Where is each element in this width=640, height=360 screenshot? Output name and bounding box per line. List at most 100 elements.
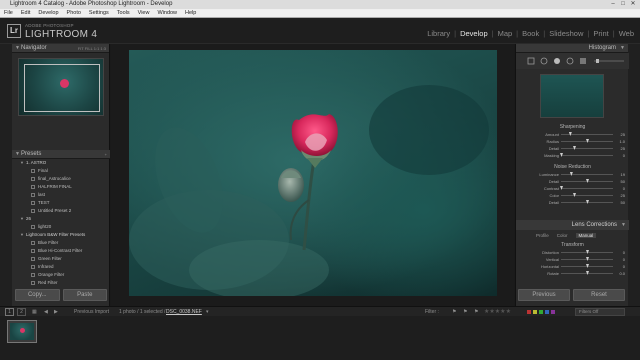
menu-settings[interactable]: Settings	[89, 9, 109, 17]
module-slideshow[interactable]: Slideshow	[549, 29, 583, 38]
right-panel-toggle[interactable]	[628, 44, 640, 306]
reset-button[interactable]: Reset	[573, 289, 625, 301]
previous-button[interactable]: Previous	[518, 289, 570, 301]
module-print[interactable]: Print	[593, 29, 608, 38]
menu-file[interactable]: File	[4, 9, 13, 17]
main-photo[interactable]	[129, 50, 497, 296]
menu-view[interactable]: View	[138, 9, 150, 17]
yellow-label-icon[interactable]	[533, 310, 537, 314]
menu-photo[interactable]: Photo	[67, 9, 81, 17]
purple-label-icon[interactable]	[551, 310, 555, 314]
left-panel: ▼ Navigator FIT FILL 1:1 1:3 ▼ Presets +…	[12, 44, 110, 306]
preset-item[interactable]: TEST	[12, 199, 110, 207]
copy-button[interactable]: Copy...	[15, 289, 60, 301]
close-button[interactable]: ✕	[628, 1, 638, 8]
preset-item[interactable]: Final	[12, 167, 110, 175]
preset-item[interactable]: last	[12, 191, 110, 199]
maximize-button[interactable]: □	[618, 1, 628, 8]
menu-edit[interactable]: Edit	[21, 9, 30, 17]
slider-track[interactable]	[561, 134, 613, 135]
slider-track[interactable]	[561, 155, 613, 156]
tab-color[interactable]: Color	[557, 233, 568, 238]
slider-value[interactable]: 50	[621, 199, 625, 206]
slider-row: Detail 50	[516, 199, 629, 206]
navigator-header[interactable]: ▼ Navigator FIT FILL 1:1 1:3	[12, 44, 109, 53]
module-web[interactable]: Web	[619, 29, 634, 38]
slider-track[interactable]	[561, 188, 613, 189]
presets-header[interactable]: ▼ Presets +	[12, 150, 110, 159]
slider-value[interactable]: 25	[621, 145, 625, 152]
slider-row: Luminance 19	[516, 171, 629, 178]
module-library[interactable]: Library	[427, 29, 450, 38]
page-2-button[interactable]: 2	[17, 308, 26, 316]
paste-button[interactable]: Paste	[62, 289, 107, 301]
module-develop[interactable]: Develop	[460, 29, 488, 38]
menu-window[interactable]: Window	[157, 9, 177, 17]
preset-item-label: final_Astrocalice	[38, 176, 71, 181]
preset-folder[interactable]: ▼ 26	[12, 215, 110, 223]
preset-item[interactable]: Green Filter	[12, 255, 110, 263]
slider-track[interactable]	[561, 195, 613, 196]
green-label-icon[interactable]	[539, 310, 543, 314]
slider-value[interactable]: 0	[623, 152, 625, 159]
preset-folder[interactable]: ▼ Lightroom B&W Filter Presets	[12, 231, 110, 239]
preset-item[interactable]: Infrared	[12, 263, 110, 271]
red-label-icon[interactable]	[527, 310, 531, 314]
navigator-preview[interactable]	[18, 58, 104, 116]
slider-value[interactable]: 1.0	[619, 138, 625, 145]
preset-item-label: TEST	[38, 200, 50, 205]
menu-develop[interactable]: Develop	[38, 9, 58, 17]
preset-item[interactable]: Red Filter	[12, 279, 110, 287]
slider-row: Rotate 0.0	[516, 270, 629, 277]
preset-item[interactable]: Blue Filter	[12, 239, 110, 247]
left-panel-toggle[interactable]	[0, 44, 12, 306]
preset-item[interactable]: light20	[12, 223, 110, 231]
preset-icon	[31, 281, 35, 285]
menu-help[interactable]: Help	[185, 9, 196, 17]
slider-track[interactable]	[561, 174, 613, 175]
slider-value[interactable]: 50	[621, 178, 625, 185]
slider-label: Contrast	[543, 186, 559, 191]
navigator-view-box[interactable]	[24, 64, 100, 112]
add-preset-icon[interactable]: +	[105, 150, 107, 159]
slider-value[interactable]: 0	[623, 263, 625, 270]
menu-tools[interactable]: Tools	[117, 9, 130, 17]
preset-item-label: Infrared	[38, 264, 54, 269]
preset-list: ▼ 1. ASTRO Final final_Astrocalice HALFRIM F…	[12, 159, 110, 287]
slider-label: Horizontal	[540, 264, 559, 269]
blue-label-icon[interactable]	[545, 310, 549, 314]
slider-value[interactable]: 0.0	[619, 270, 625, 277]
slider-label: Distortion	[542, 250, 559, 255]
preset-item[interactable]: final_Astrocalice	[12, 175, 110, 183]
tool-strip	[516, 53, 629, 69]
slider-value[interactable]: 0	[623, 249, 625, 256]
slider-row: Detail 50	[516, 178, 629, 185]
page-1-button[interactable]: 1	[5, 308, 14, 316]
preset-item[interactable]: Blue Hi-Contrast Filter	[12, 247, 110, 255]
slider-value[interactable]: 19	[621, 171, 625, 178]
histogram-header[interactable]: Histogram ▼	[516, 44, 628, 53]
preset-item[interactable]: Untitled Preset 2	[12, 207, 110, 215]
preset-folder[interactable]: ▼ 1. ASTRO	[12, 159, 110, 167]
preset-item-label: Blue Hi-Contrast Filter	[38, 248, 83, 253]
module-map[interactable]: Map	[498, 29, 513, 38]
preset-item[interactable]: Orange Filter	[12, 271, 110, 279]
filters-dropdown[interactable]: Filters Off	[575, 308, 625, 316]
slider-value[interactable]: 25	[621, 131, 625, 138]
filmstrip-thumbnail[interactable]	[7, 320, 37, 343]
lens-corrections-header[interactable]: Lens Corrections ▼	[516, 220, 629, 230]
minimize-button[interactable]: –	[608, 1, 618, 8]
slider-row: Radius 1.0	[516, 138, 629, 145]
navigator-zoom-options[interactable]: FIT FILL 1:1 1:3	[78, 44, 106, 53]
slider-label: Radius	[546, 139, 559, 144]
thumbnail-image	[10, 323, 34, 340]
module-book[interactable]: Book	[522, 29, 539, 38]
tab-profile[interactable]: Profile	[536, 233, 549, 238]
tab-manual[interactable]: Manual	[575, 233, 597, 238]
preset-icon	[31, 225, 35, 229]
slider-value[interactable]: 0	[623, 256, 625, 263]
preset-item[interactable]: HALFRIM FINAL	[12, 183, 110, 191]
slider-value[interactable]: 0	[623, 185, 625, 192]
slider-value[interactable]: 25	[621, 192, 625, 199]
slider-track[interactable]	[561, 148, 613, 149]
